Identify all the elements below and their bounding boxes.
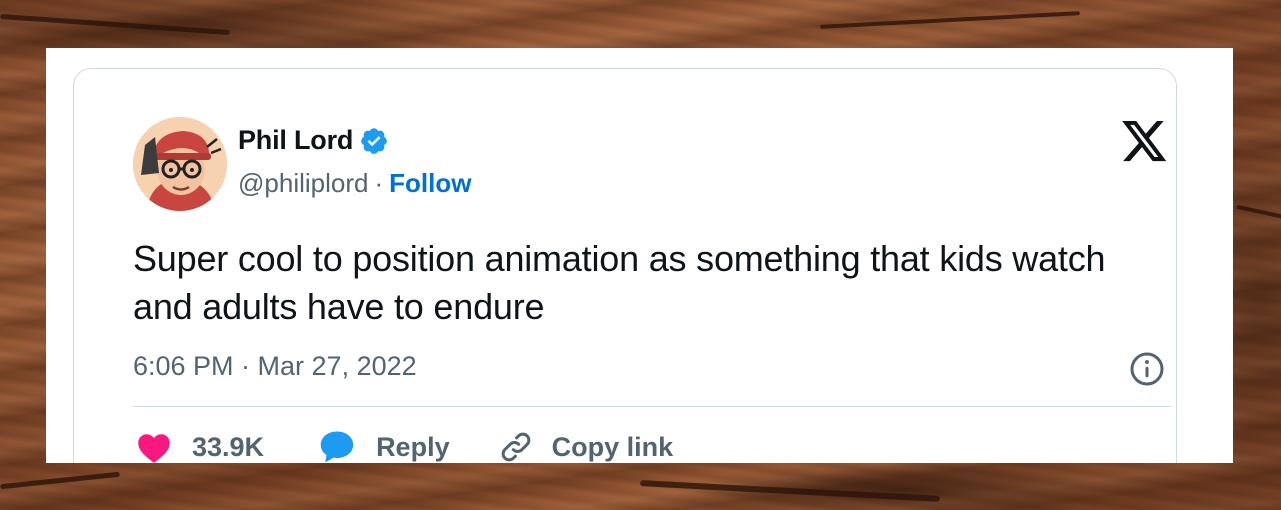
copy-link-button[interactable]: Copy link	[498, 429, 674, 463]
follow-button[interactable]: Follow	[389, 168, 471, 199]
tweet-timestamp[interactable]: 6:06 PM · Mar 27, 2022	[133, 351, 417, 382]
wood-crack	[820, 11, 1080, 29]
wood-crack	[0, 471, 120, 490]
verified-badge-icon	[361, 127, 388, 154]
separator-dot: ·	[374, 168, 384, 198]
copy-link-label: Copy link	[551, 431, 674, 462]
author-name[interactable]: Phil Lord	[238, 125, 353, 156]
action-bar: 33.9K Reply Copy link	[136, 429, 673, 463]
info-icon[interactable]	[1129, 351, 1165, 387]
like-count: 33.9K	[192, 431, 265, 462]
tweet-text: Super cool to position animation as some…	[133, 238, 1106, 327]
divider	[133, 406, 1171, 407]
avatar[interactable]	[133, 117, 227, 211]
wood-crack	[0, 13, 230, 36]
tweet-card: Phil Lord @philiplord · Follow Super coo…	[73, 68, 1177, 463]
wood-crack	[640, 480, 940, 502]
author-name-row: Phil Lord	[238, 125, 389, 156]
link-icon	[501, 432, 530, 462]
x-logo-icon[interactable]	[1122, 121, 1168, 163]
handle-row: @philiplord · Follow	[238, 168, 471, 199]
avatar-illustration-icon	[133, 117, 227, 211]
reply-button[interactable]: Reply	[318, 430, 450, 463]
heart-icon	[138, 434, 170, 463]
reply-label: Reply	[376, 431, 450, 462]
author-handle[interactable]: @philiplord	[238, 168, 368, 199]
speech-bubble-icon	[320, 431, 354, 463]
screenshot-frame: Phil Lord @philiplord · Follow Super coo…	[46, 48, 1233, 463]
like-button[interactable]: 33.9K	[136, 430, 264, 463]
wood-crack	[1236, 204, 1281, 220]
